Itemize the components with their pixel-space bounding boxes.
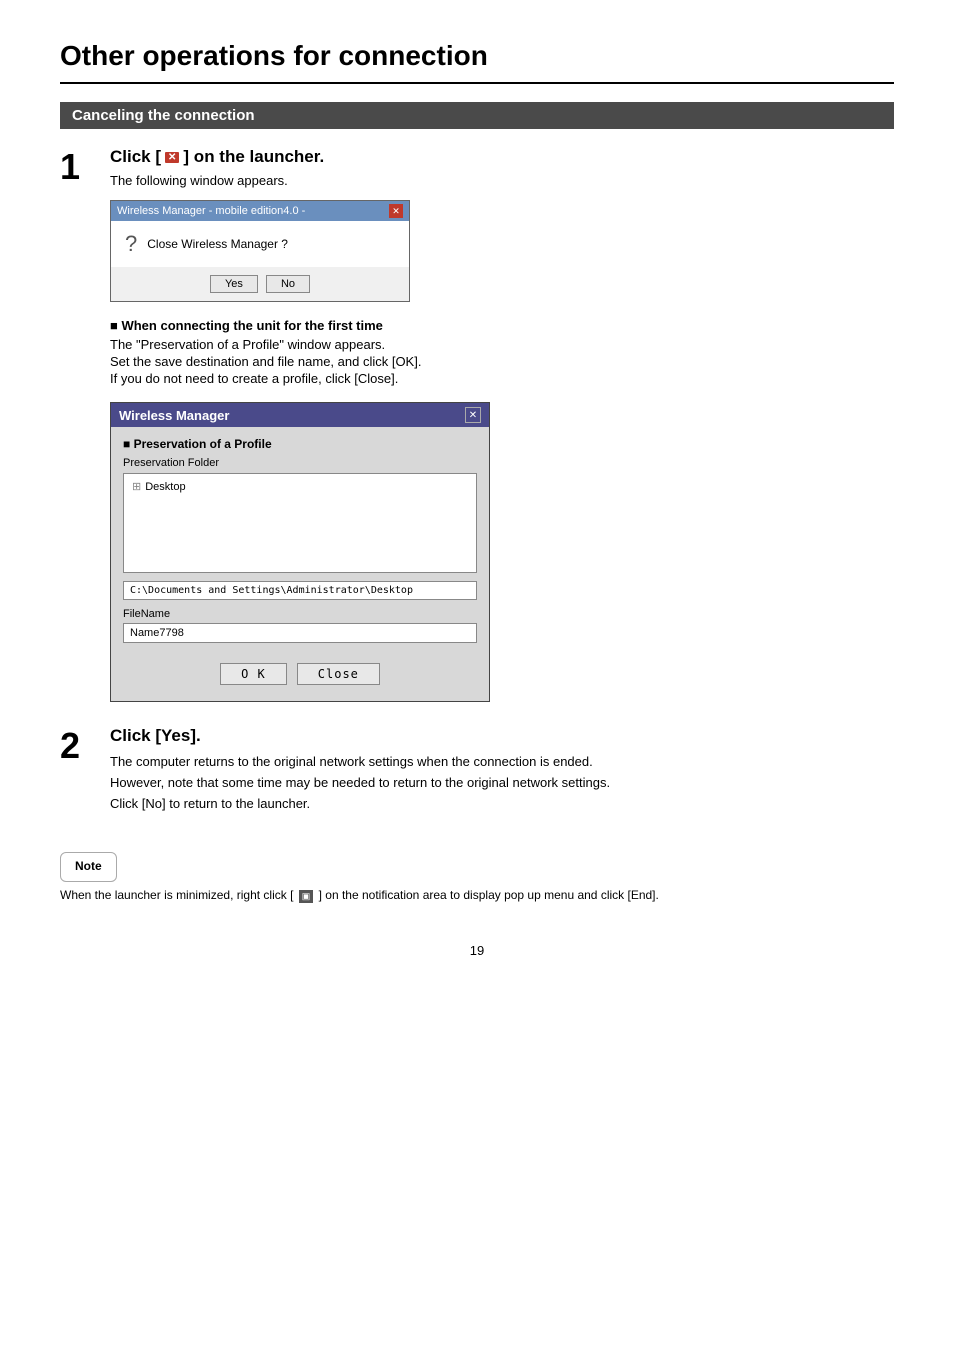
sub-section-first-time: When connecting the unit for the first t… <box>110 318 894 386</box>
page-title: Other operations for connection <box>60 40 894 72</box>
step-2-desc: The computer returns to the original net… <box>110 752 894 814</box>
page-number: 19 <box>60 943 894 958</box>
folder-expand-icon: ⊞ <box>132 480 141 493</box>
note-section: Note When the launcher is minimized, rig… <box>60 834 894 902</box>
note-label: Note <box>75 859 102 873</box>
dialog-small-title: Wireless Manager - mobile edition4.0 - <box>117 205 305 217</box>
folder-item-desktop: ⊞ Desktop <box>132 480 468 493</box>
dialog-large-title: Wireless Manager <box>119 408 229 423</box>
note-text-mid: ] on the notification area to display po… <box>319 888 659 902</box>
dialog-small-titlebar: Wireless Manager - mobile edition4.0 - ✕ <box>111 201 409 221</box>
folder-tree: ⊞ Desktop <box>123 473 477 573</box>
note-text-pre: When the launcher is minimized, right cl… <box>60 888 293 902</box>
dialog-large-close-button[interactable]: ✕ <box>465 407 481 423</box>
section-header: Canceling the connection <box>60 102 894 129</box>
step-1-number: 1 <box>60 147 110 185</box>
question-icon: ? <box>125 231 137 257</box>
title-divider <box>60 82 894 84</box>
no-button[interactable]: No <box>266 275 310 293</box>
x-icon: ✕ <box>165 152 179 163</box>
dialog-large-body: ■ Preservation of a Profile Preservation… <box>111 427 489 701</box>
step-2-number: 2 <box>60 726 110 764</box>
step-2-line-1: The computer returns to the original net… <box>110 752 894 773</box>
dialog-small-message: Close Wireless Manager ? <box>147 237 288 251</box>
step-2-line-3: Click [No] to return to the launcher. <box>110 794 894 815</box>
sub-text-3: If you do not need to create a profile, … <box>110 371 894 386</box>
step-2-line-2: However, note that some time may be need… <box>110 773 894 794</box>
note-box: Note <box>60 852 117 882</box>
step-1-heading-pre: Click [ <box>110 147 161 167</box>
ok-button[interactable]: O K <box>220 663 287 685</box>
filename-label: FileName <box>123 608 477 620</box>
sub-heading-first-time: When connecting the unit for the first t… <box>110 318 894 333</box>
sub-text-2: Set the save destination and file name, … <box>110 354 894 369</box>
step-1-content: Click [ ✕ ] on the launcher. The followi… <box>110 147 894 702</box>
dialog-large-buttons: O K Close <box>123 655 477 691</box>
sub-text-1: The "Preservation of a Profile" window a… <box>110 337 894 352</box>
dialog-small-body: ? Close Wireless Manager ? <box>111 221 409 267</box>
close-button[interactable]: Close <box>297 663 380 685</box>
launcher-icon: ▣ <box>299 890 314 903</box>
note-text: When the launcher is minimized, right cl… <box>60 888 894 902</box>
dialog-small-buttons: Yes No <box>111 267 409 301</box>
yes-button[interactable]: Yes <box>210 275 258 293</box>
dialog-close-confirm: Wireless Manager - mobile edition4.0 - ✕… <box>110 200 410 302</box>
step-1-heading-post: ] on the launcher. <box>183 147 324 167</box>
dialog-wireless-manager: Wireless Manager ✕ ■ Preservation of a P… <box>110 402 490 702</box>
step-1-container: 1 Click [ ✕ ] on the launcher. The follo… <box>60 147 894 702</box>
folder-name: Desktop <box>145 481 185 493</box>
step-2-heading: Click [Yes]. <box>110 726 894 746</box>
preservation-folder-label: Preservation Folder <box>123 457 477 469</box>
filename-input[interactable]: Name7798 <box>123 623 477 643</box>
dialog-large-titlebar: Wireless Manager ✕ <box>111 403 489 427</box>
preservation-section-label: ■ Preservation of a Profile <box>123 437 477 451</box>
step-2-container: 2 Click [Yes]. The computer returns to t… <box>60 726 894 814</box>
step-1-heading: Click [ ✕ ] on the launcher. <box>110 147 894 167</box>
path-display: C:\Documents and Settings\Administrator\… <box>123 581 477 600</box>
dialog-small-close-button[interactable]: ✕ <box>389 204 403 218</box>
step-1-desc: The following window appears. <box>110 173 894 188</box>
step-2-content: Click [Yes]. The computer returns to the… <box>110 726 894 814</box>
